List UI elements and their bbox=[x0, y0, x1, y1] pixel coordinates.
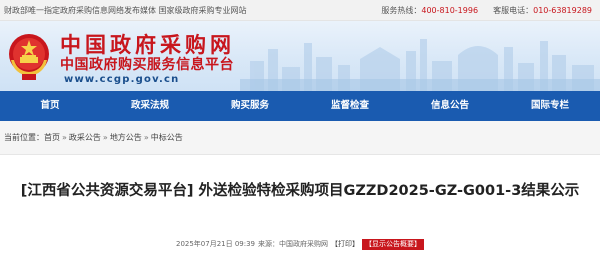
breadcrumb-separator: » bbox=[62, 133, 67, 142]
site-banner: 中国政府采购网 中国政府购买服务信息平台 www.ccgp.gov.cn bbox=[0, 21, 600, 91]
show-overview-button[interactable]: 【显示公告概要】 bbox=[362, 239, 425, 250]
article-title: [江西省公共资源交易平台] 外送检验特检采购项目GZZD2025-GZ-G001… bbox=[20, 183, 580, 199]
nav-purchase-services[interactable]: 购买服务 bbox=[200, 91, 300, 121]
source-name: 中国政府采购网 bbox=[279, 240, 329, 248]
breadcrumb-award-notices[interactable]: 中标公告 bbox=[151, 133, 183, 142]
print-link[interactable]: 【打印】 bbox=[331, 240, 359, 248]
site-url: www.ccgp.gov.cn bbox=[64, 74, 180, 85]
breadcrumb-prefix: 当前位置： bbox=[4, 133, 44, 142]
service-hotline-label: 服务热线： bbox=[381, 6, 422, 15]
nav-announcements[interactable]: 信息公告 bbox=[400, 91, 500, 121]
site-subtitle: 中国政府购买服务信息平台 bbox=[60, 57, 234, 73]
national-emblem-icon bbox=[9, 34, 49, 80]
nav-international[interactable]: 国际专栏 bbox=[500, 91, 600, 121]
breadcrumb-procurement-notices[interactable]: 政采公告 bbox=[69, 133, 101, 142]
article-meta: 2025年07月21日 09:39 来源：中国政府采购网 【打印】 【显示公告概要】 bbox=[0, 238, 600, 250]
site-notice: 财政部唯一指定政府采购信息网络发布媒体 国家级政府采购专业网站 bbox=[4, 6, 247, 15]
breadcrumb-separator: » bbox=[143, 133, 149, 142]
nav-home[interactable]: 首页 bbox=[0, 91, 100, 121]
customer-phone-label: 客服电话： bbox=[493, 6, 534, 15]
breadcrumb-separator: » bbox=[102, 133, 108, 142]
contact-info: 服务热线：400-810-1996 客服电话：010-63819289 bbox=[381, 0, 592, 21]
nav-supervision[interactable]: 监督检查 bbox=[300, 91, 400, 121]
skyline-decoration bbox=[240, 39, 600, 91]
nav-regulations[interactable]: 政采法规 bbox=[100, 91, 200, 121]
breadcrumb: 当前位置：首页» 政采公告» 地方公告» 中标公告 bbox=[0, 121, 600, 155]
service-hotline-value: 400-810-1996 bbox=[421, 6, 479, 15]
breadcrumb-home[interactable]: 首页 bbox=[44, 133, 60, 142]
customer-phone-value: 010-63819289 bbox=[533, 6, 592, 15]
source-label: 来源： bbox=[258, 240, 280, 248]
breadcrumb-local-notices[interactable]: 地方公告 bbox=[110, 133, 142, 142]
top-info-bar: 财政部唯一指定政府采购信息网络发布媒体 国家级政府采购专业网站 服务热线：400… bbox=[0, 0, 600, 21]
main-nav: 首页 政采法规 购买服务 监督检查 信息公告 国际专栏 bbox=[0, 91, 600, 121]
publish-date: 2025年07月21日 09:39 bbox=[175, 240, 256, 248]
